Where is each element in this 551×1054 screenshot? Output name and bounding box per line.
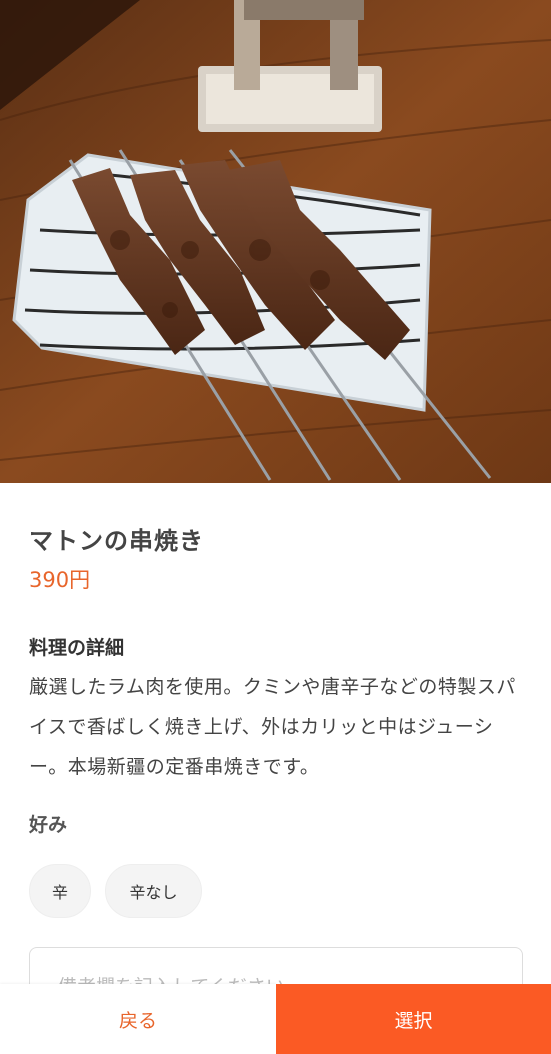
footer-actions: 戻る 選択 xyxy=(0,984,551,1054)
dish-price: 390円 xyxy=(29,568,91,592)
dish-detail-panel: マトンの串焼き 390円 料理の詳細 厳選したラム肉を使用。クミンや唐辛子などの… xyxy=(0,483,551,984)
preference-section-title: 好み xyxy=(29,814,68,836)
preference-options: 辛 辛なし xyxy=(29,864,202,918)
select-button[interactable]: 選択 xyxy=(276,984,551,1054)
back-button[interactable]: 戻る xyxy=(0,984,276,1054)
dish-name: マトンの串焼き xyxy=(29,527,204,555)
preference-option-not-spicy[interactable]: 辛なし xyxy=(105,864,202,918)
detail-section-title: 料理の詳細 xyxy=(29,637,125,659)
preference-option-spicy[interactable]: 辛 xyxy=(29,864,91,918)
note-field-container xyxy=(29,947,523,984)
note-input[interactable] xyxy=(30,948,522,984)
dish-photo xyxy=(0,0,551,483)
detail-description: 厳選したラム肉を使用。クミンや唐辛子などの特製スパイスで香ばしく焼き上げ、外はカ… xyxy=(29,676,516,778)
